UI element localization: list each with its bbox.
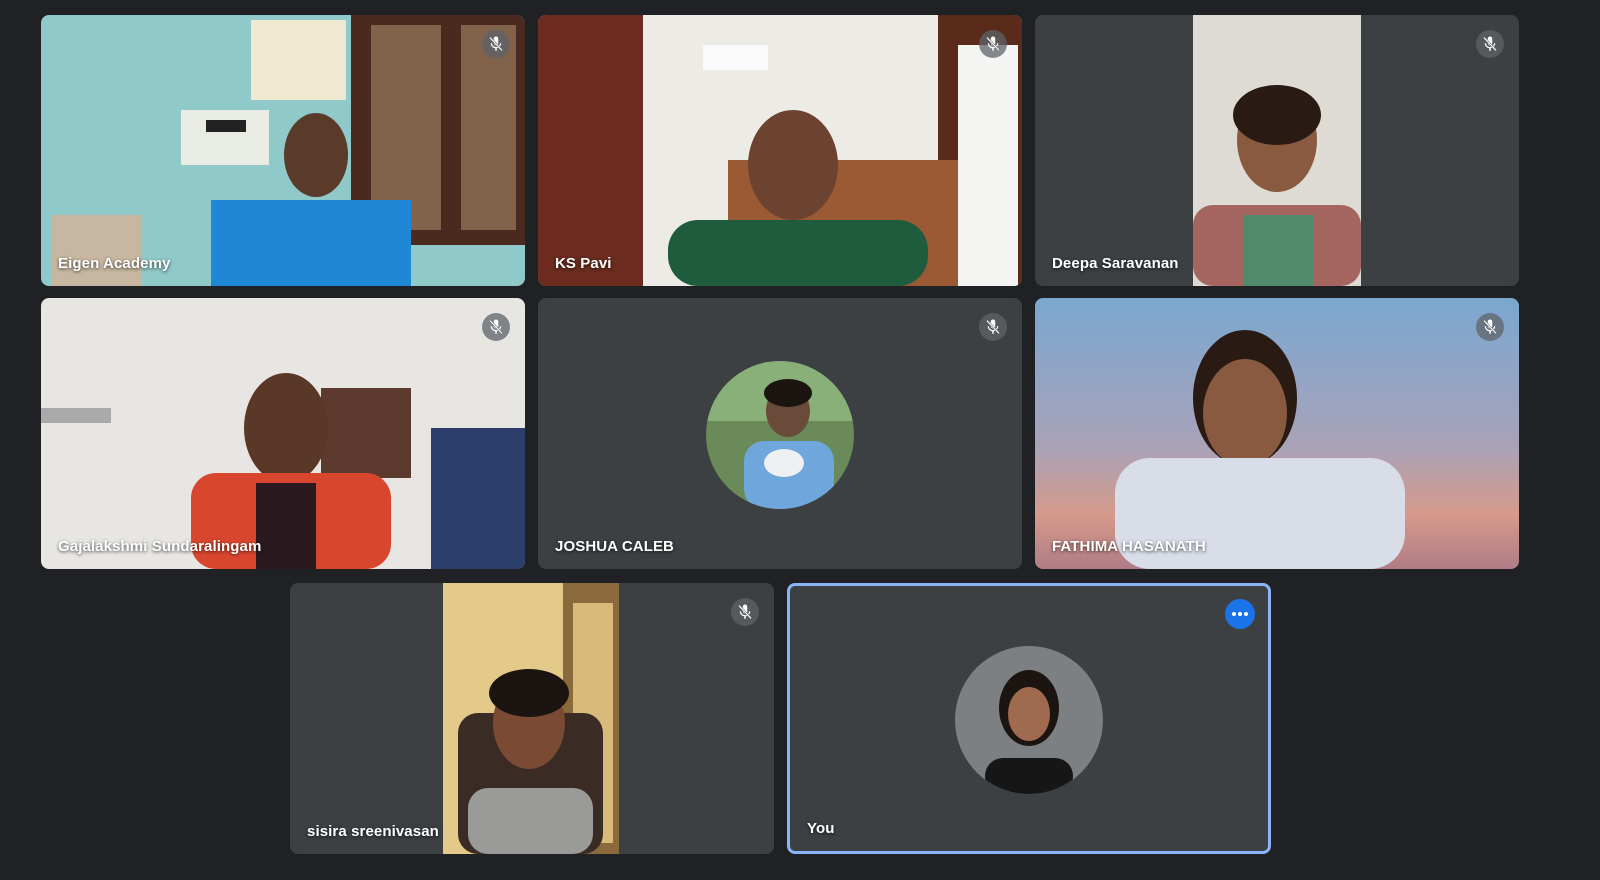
participant-tile-eigen-academy[interactable]: Eigen Academy: [41, 15, 525, 286]
participant-tile-ks-pavi[interactable]: KS Pavi: [538, 15, 1022, 286]
more-options-icon[interactable]: [1225, 599, 1255, 629]
mic-off-icon: [1476, 313, 1504, 341]
participant-name: sisira sreenivasan: [307, 823, 439, 840]
mic-off-icon: [482, 30, 510, 58]
participant-name: FATHIMA HASANATH: [1052, 538, 1206, 555]
avatar: [955, 646, 1103, 794]
meeting-grid: Eigen Academy KS Pavi Deepa Saravanan Ga…: [0, 0, 1600, 880]
participant-name: Eigen Academy: [58, 255, 171, 272]
avatar: [706, 361, 854, 509]
participant-tile-sisira-sreenivasan[interactable]: sisira sreenivasan: [290, 583, 774, 854]
participant-video: [41, 298, 525, 569]
participant-name: You: [807, 820, 835, 837]
participant-name: Gajalakshmi Sundaralingam: [58, 538, 262, 555]
participant-video: [1035, 298, 1519, 569]
participant-video: [41, 15, 525, 286]
participant-tile-joshua-caleb[interactable]: JOSHUA CALEB: [538, 298, 1022, 569]
participant-name: KS Pavi: [555, 255, 612, 272]
participant-tile-deepa-saravanan[interactable]: Deepa Saravanan: [1035, 15, 1519, 286]
participant-tile-gajalakshmi-sundaralingam[interactable]: Gajalakshmi Sundaralingam: [41, 298, 525, 569]
mic-off-icon: [979, 30, 1007, 58]
mic-off-icon: [979, 313, 1007, 341]
participant-video: [443, 583, 619, 854]
participant-video: [1193, 15, 1361, 286]
mic-off-icon: [482, 313, 510, 341]
participant-tile-fathima-hasanath[interactable]: FATHIMA HASANATH: [1035, 298, 1519, 569]
participant-tile-you[interactable]: You: [787, 583, 1271, 854]
mic-off-icon: [731, 598, 759, 626]
participant-name: JOSHUA CALEB: [555, 538, 674, 555]
participant-video: [538, 15, 1022, 286]
participant-name: Deepa Saravanan: [1052, 255, 1179, 272]
mic-off-icon: [1476, 30, 1504, 58]
